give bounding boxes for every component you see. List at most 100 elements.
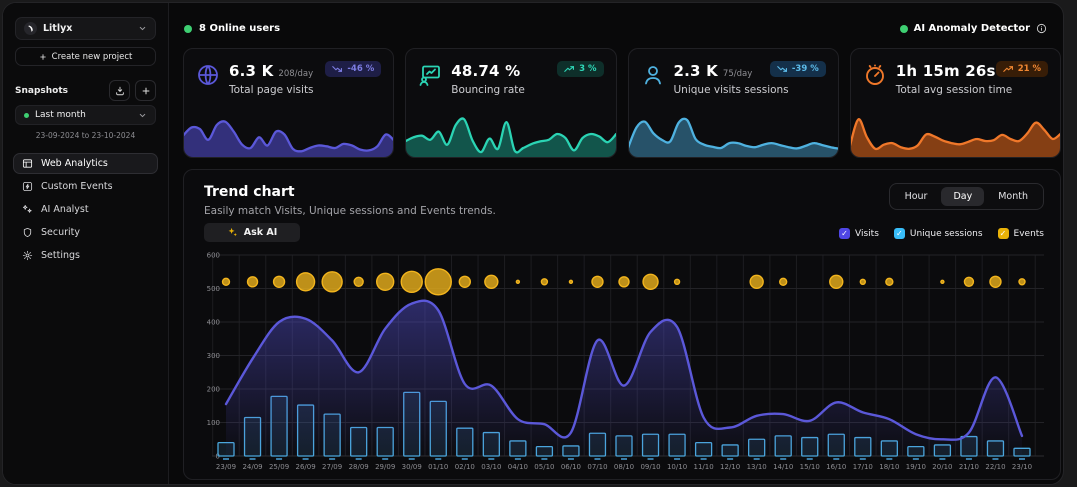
create-project-button[interactable]: Create new project [15,47,156,66]
add-snapshot-button[interactable] [135,80,156,101]
stat-label: Unique visits sessions [674,84,789,96]
bubble[interactable] [941,280,944,283]
sidebar-item-custom-events[interactable]: Custom Events [13,176,158,197]
bubble[interactable] [541,279,547,285]
stat-value: 2.3 K [674,62,718,80]
tab-day[interactable]: Day [941,187,984,206]
stat-value: 6.3 K [229,62,273,80]
sidebar-menu-item-label: AI Analyst [41,204,89,215]
sidebar-item-ai-analyst[interactable]: AI Analyst [13,199,158,220]
svg-text:10/10: 10/10 [667,463,687,471]
svg-text:03/10: 03/10 [481,463,501,471]
snapshots-label: Snapshots [15,86,104,96]
trend-chart-panel: Trend chart Easily match Visits, Unique … [183,169,1061,480]
svg-text:13/10: 13/10 [747,463,767,471]
user-icon [641,63,665,87]
stat-card: 48.74 % Bouncing rate 3 % [405,48,616,158]
svg-text:600: 600 [207,252,220,260]
trend-badge-value: 21 % [1018,64,1041,74]
online-users-label: 8 Online users [199,23,280,34]
bubble[interactable] [377,273,394,290]
bubble[interactable] [886,278,893,285]
litlyx-logo-icon [24,22,37,35]
sidebar: Litlyx Create new project Snapshots Last… [3,3,169,484]
bubble[interactable] [274,276,285,287]
plus-icon [39,53,47,61]
bubble[interactable] [750,275,763,288]
svg-text:500: 500 [207,285,220,293]
trend-up-icon [564,65,575,73]
stat-card: 1h 15m 26s Total avg session time 21 % [850,48,1061,158]
legend-item-unique-sessions[interactable]: ✓ Unique sessions [894,228,983,239]
svg-text:09/10: 09/10 [640,463,660,471]
project-selector[interactable]: Litlyx [15,17,156,40]
bubble[interactable] [990,276,1001,287]
export-snapshot-button[interactable] [109,80,130,101]
sidebar-item-web-analytics[interactable]: Web Analytics [13,153,158,174]
svg-text:28/09: 28/09 [349,463,369,471]
stat-label: Bouncing rate [451,84,525,96]
anomaly-status-dot [900,25,908,33]
globe-icon [196,63,220,87]
legend-checkbox[interactable]: ✓ [894,228,905,239]
bubble[interactable] [354,277,363,286]
snapshot-period-select[interactable]: Last month [15,105,156,125]
ask-ai-button[interactable]: Ask AI [204,223,300,242]
svg-text:04/10: 04/10 [508,463,528,471]
legend-checkbox[interactable]: ✓ [998,228,1009,239]
trend-badge: -39 % [770,61,826,77]
trend-up-icon [1003,65,1014,73]
bubble[interactable] [830,275,843,288]
bubble[interactable] [223,278,230,285]
svg-text:23/09: 23/09 [216,463,236,471]
stat-label: Total page visits [229,84,314,96]
bubble[interactable] [459,276,470,287]
bubble[interactable] [516,280,519,283]
snapshot-selected: Last month [35,110,132,120]
legend-checkbox[interactable]: ✓ [839,228,850,239]
bubble[interactable] [425,269,451,295]
tab-hour[interactable]: Hour [893,187,940,206]
bubble[interactable] [780,278,787,285]
snapshot-date-range: 23-09-2024 to 23-10-2024 [3,131,168,140]
bubble[interactable] [643,274,658,289]
stat-card: 6.3 K 208/day Total page visits -46 % [183,48,394,158]
svg-text:29/09: 29/09 [375,463,395,471]
bubble[interactable] [675,279,680,284]
ai-sparkle-icon [227,227,238,238]
ask-ai-label: Ask AI [244,227,278,238]
legend-item-visits[interactable]: ✓ Visits [839,228,879,239]
bubble[interactable] [592,276,603,287]
svg-text:23/10: 23/10 [1012,463,1032,471]
bubble[interactable] [860,279,865,284]
bubble[interactable] [619,277,629,287]
bubble[interactable] [322,272,342,292]
online-status-dot [184,25,192,33]
panel-title: Trend chart [204,184,295,200]
stat-cards-row: 6.3 K 208/day Total page visits -46 % 48… [183,48,1061,158]
bubble[interactable] [569,280,572,283]
sidebar-item-settings[interactable]: Settings [13,245,158,266]
trend-chart[interactable]: 010020030040050060023/0924/0925/0926/092… [198,252,1048,474]
stat-rate: 75/day [723,69,752,79]
card-sparkline [628,112,839,158]
bubble[interactable] [485,275,498,288]
bubble[interactable] [964,277,973,286]
bubble[interactable] [401,271,422,292]
svg-text:16/10: 16/10 [826,463,846,471]
legend-label: Events [1014,229,1044,239]
sidebar-menu-item-label: Settings [41,250,80,261]
card-sparkline [405,112,616,158]
sidebar-item-security[interactable]: Security [13,222,158,243]
bubble[interactable] [1019,279,1025,285]
svg-text:02/10: 02/10 [455,463,475,471]
presentation-chart-icon [418,63,442,87]
svg-text:20/10: 20/10 [932,463,952,471]
bubble[interactable] [297,273,315,291]
legend-item-events[interactable]: ✓ Events [998,228,1044,239]
trend-badge-value: 3 % [579,64,596,74]
svg-text:17/10: 17/10 [853,463,873,471]
tab-month[interactable]: Month [986,187,1040,206]
info-icon[interactable] [1036,23,1047,34]
bubble[interactable] [248,277,258,287]
